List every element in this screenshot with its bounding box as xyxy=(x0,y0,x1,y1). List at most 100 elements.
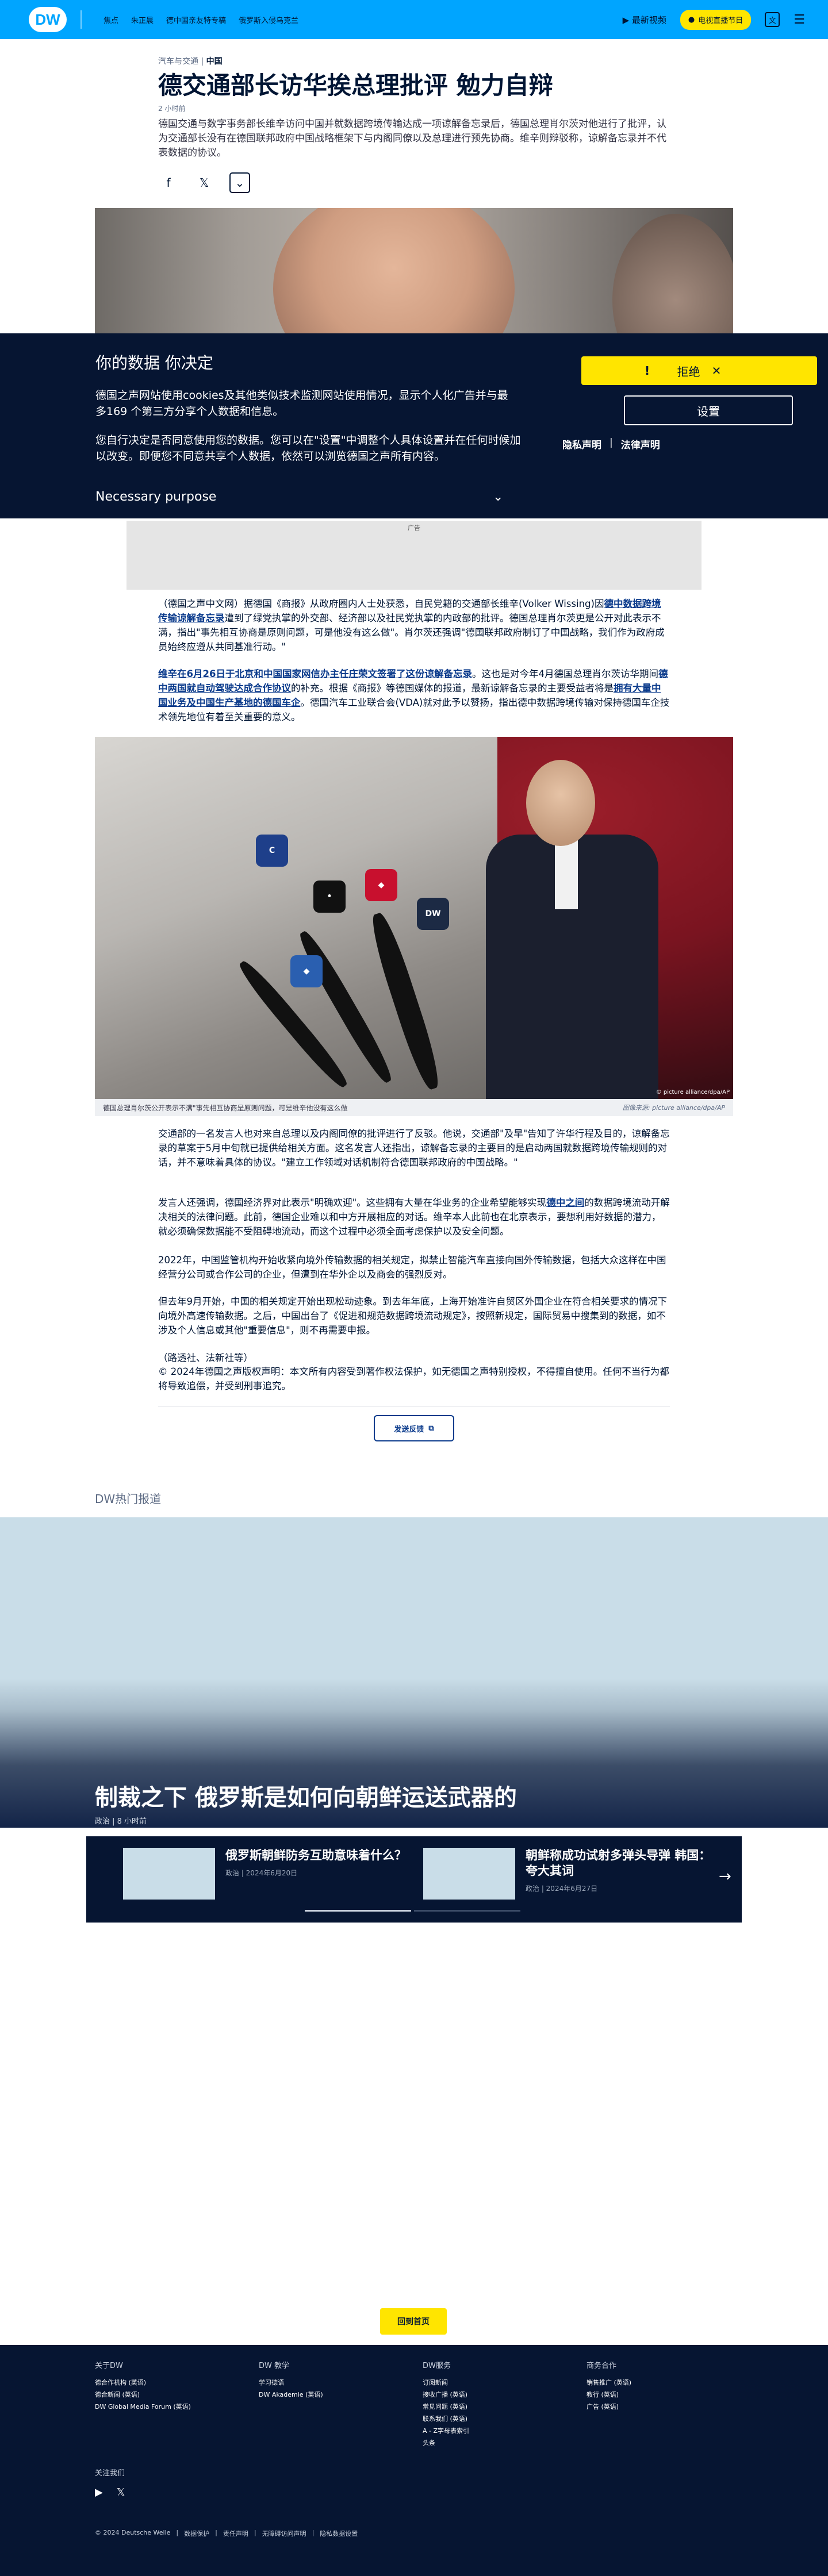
footer-link[interactable]: 教行 (英语) xyxy=(586,2389,631,2401)
more-share-chevron-icon[interactable]: ⌄ xyxy=(229,172,250,193)
facebook-icon[interactable]: f xyxy=(158,172,179,193)
p2-text-a: 。这也是对今年4月德国总理肖尔茨访华期间 xyxy=(471,668,658,679)
copy-icon: ⧉ xyxy=(428,1424,434,1433)
footer-link[interactable]: A - Z字母表索引 xyxy=(423,2425,469,2437)
reject-button[interactable]: ! 拒绝 ✕ xyxy=(581,356,817,385)
footer-heading: 关于DW xyxy=(95,2362,123,2370)
carousel-progress-active xyxy=(305,1910,411,1912)
youtube-icon[interactable]: ▶ xyxy=(95,2486,103,2498)
feedback-button[interactable]: 发送反馈 ⧉ xyxy=(374,1415,454,1441)
necessary-purpose-toggle[interactable]: Necessary purpose xyxy=(95,490,216,504)
photo-caption: 德国总理肖尔茨公开表示不满"事先相互协商是原则问题，可是维辛他没有这么做 xyxy=(103,1104,348,1112)
article-lead: 德国交通与数字事务部长维辛访问中国并就数据跨境传输达成一项谅解备忘录后，德国总理… xyxy=(158,118,666,159)
photo-watermark: © picture alliance/dpa/AP xyxy=(656,1089,730,1095)
ad-slot: 广告 xyxy=(126,521,702,590)
footer-heading: 商务合作 xyxy=(586,2362,617,2370)
footer-link[interactable]: 德合作机构 (英语) xyxy=(95,2377,191,2389)
link-separator: | xyxy=(610,437,613,448)
photo-credit: 图像来源: picture alliance/dpa/AP xyxy=(622,1104,725,1112)
footer-link[interactable]: DW Global Media Forum (英语) xyxy=(95,2401,191,2413)
paragraph-4: 发言人还强调，德国经济界对此表示"明确欢迎"。这些拥有大量在华业务的企业希望能够… xyxy=(158,1195,670,1239)
article-kicker: 汽车与交通 | 中国 xyxy=(158,57,223,66)
footer-disclaimer-link[interactable]: 责任声明 xyxy=(223,2529,248,2538)
nav-item-series[interactable]: 德中国亲友特专稿 xyxy=(166,14,226,25)
header-actions: ▶ 最新视频 ● 电视直播节目 文 ☰ xyxy=(623,0,805,39)
photo-head xyxy=(526,760,595,846)
privacy-link[interactable]: 隐私声明 xyxy=(562,437,601,451)
article-timestamp: 2 小时前 xyxy=(158,105,186,113)
legal-link[interactable]: 法律声明 xyxy=(621,437,660,451)
p1-text-a: （德国之声中文网）据德国《商报》从政府圈内人士处获悉，自民党籍的交通部长维辛(V… xyxy=(158,598,604,609)
mic-cube-blue-2: ◆ xyxy=(290,955,323,987)
footer-accessibility-link[interactable]: 无障碍访问声明 xyxy=(262,2529,306,2538)
arrow-right-icon[interactable]: → xyxy=(719,1868,731,1885)
hero-face xyxy=(273,208,515,335)
paragraph-1: （德国之声中文网）据德国《商报》从政府圈内人士处获悉，自民党籍的交通部长维辛(V… xyxy=(158,597,670,654)
footer-privacy-link[interactable]: 数据保护 xyxy=(184,2529,209,2538)
back-to-home-button[interactable]: 回到首页 xyxy=(380,2308,447,2335)
site-header: DW 焦点 朱正晨 德中国亲友特专稿 俄罗斯入侵乌克兰 ▶ 最新视频 ● 电视直播… xyxy=(0,0,828,39)
nav-item-focus[interactable]: 焦点 xyxy=(103,14,118,25)
article-title: 德交通部长访华挨总理批评 勉力自辩 xyxy=(158,71,553,99)
reject-label: 拒绝 xyxy=(677,364,700,379)
footer-heading: DW 教学 xyxy=(259,2362,289,2370)
category-link[interactable]: 汽车与交通 xyxy=(158,57,198,66)
x-twitter-icon[interactable]: 𝕏 xyxy=(194,172,214,193)
cookie-title: 你的数据 你决定 xyxy=(95,353,213,372)
chevron-down-icon[interactable]: ⌄ xyxy=(493,490,503,504)
cookie-text-2: 您自行决定是否同意使用您的数据。您可以在"设置"中调整个人具体设置并在任何时候加… xyxy=(95,434,521,463)
footer-link[interactable]: 订阅新闻 xyxy=(423,2377,469,2389)
menu-icon[interactable]: ☰ xyxy=(793,13,805,27)
photo-person xyxy=(474,760,664,1099)
popular-main-title[interactable]: 制裁之下 俄罗斯是如何向朝鲜运送武器的 xyxy=(95,1779,517,1812)
nav-item-person[interactable]: 朱正晨 xyxy=(131,14,154,25)
card-title: 俄罗斯朝鲜防务互助意味着什么？ xyxy=(225,1848,407,1862)
p2-text-b: 的补充。根据《商报》等德国媒体的报道，最新谅解备忘录的主要受益者将是 xyxy=(291,683,614,694)
article-source: （路透社、法新社等） xyxy=(158,1352,253,1363)
p4-link[interactable]: 德中之间 xyxy=(546,1197,584,1208)
paragraph-3: 交通部的一名发言人也对来自总理以及内阁同僚的批评进行了反驳。他说，交通部"及早"… xyxy=(158,1128,670,1168)
footer-link[interactable]: DW Akademie (英语) xyxy=(259,2389,323,2401)
footer-link[interactable]: 学习德语 xyxy=(259,2377,323,2389)
card-thumbnail xyxy=(423,1848,515,1900)
footer-link[interactable]: 接收广播 (英语) xyxy=(423,2389,469,2401)
paragraph-6: 但去年9月开始，中国的相关规定开始出现松动迹象。到去年年底，上海开始准许自贸区外… xyxy=(158,1296,667,1336)
card-title: 朝鲜称成功试射多弹头导弹 韩国：夸大其词 xyxy=(526,1848,711,1878)
region-link[interactable]: 中国 xyxy=(206,57,223,66)
tv-live-button[interactable]: ● 电视直播节目 xyxy=(680,9,752,30)
mic-cube-black: • xyxy=(313,881,346,913)
article-copyright: © 2024年德国之声版权声明：本文所有内容受到著作权法保护，如无德国之声特别授… xyxy=(158,1366,669,1391)
video-icon: ▶ xyxy=(622,14,632,25)
dw-logo[interactable]: DW xyxy=(29,7,67,32)
footer-link[interactable]: 联系我们 (英语) xyxy=(423,2413,469,2425)
share-bar: f 𝕏 ⌄ xyxy=(158,172,250,193)
carousel-card[interactable]: 俄罗斯朝鲜防务互助意味着什么？ 政治 | 2024年6月20日 xyxy=(123,1848,421,1905)
popular-main-meta: 政治 | 8 小时前 xyxy=(95,1817,147,1826)
footer-link[interactable]: 德合新闻 (英语) xyxy=(95,2389,191,2401)
nav-item-ukraine[interactable]: 俄罗斯入侵乌克兰 xyxy=(239,14,298,25)
footer-col-business: 商务合作 销售推广 (英语) 教行 (英语) 广告 (英语) xyxy=(586,2360,631,2413)
x-twitter-icon[interactable]: 𝕏 xyxy=(117,2486,125,2498)
latest-video-label: 最新视频 xyxy=(631,14,666,25)
live-dot-icon: ● xyxy=(688,15,695,24)
footer-privacy-settings-link[interactable]: 隐私数据设置 xyxy=(320,2529,358,2538)
card-meta: 政治 | 2024年6月27日 xyxy=(526,1885,598,1893)
header-divider xyxy=(80,10,82,29)
latest-video-link[interactable]: ▶ 最新视频 xyxy=(623,14,666,26)
footer-link[interactable]: 销售推广 (英语) xyxy=(586,2377,631,2389)
settings-button[interactable]: 设置 xyxy=(624,395,793,425)
footer-link[interactable]: 头条 xyxy=(423,2437,469,2449)
hero-face-background xyxy=(612,214,733,335)
footer-heading: DW服务 xyxy=(423,2362,451,2370)
mic-cube-dw: DW xyxy=(417,898,449,930)
footer-link[interactable]: 常见问题 (英语) xyxy=(423,2401,469,2413)
carousel-card[interactable]: 朝鲜称成功试射多弹头导弹 韩国：夸大其词 政治 | 2024年6月27日 xyxy=(423,1848,721,1905)
mic-cube-red: ◆ xyxy=(365,869,397,901)
footer-link[interactable]: 广告 (英语) xyxy=(586,2401,631,2413)
card-thumbnail xyxy=(123,1848,215,1900)
popular-carousel: 俄罗斯朝鲜防务互助意味着什么？ 政治 | 2024年6月20日 朝鲜称成功试射多… xyxy=(86,1836,742,1923)
mic-cube-blue: C xyxy=(256,835,288,867)
language-switch[interactable]: 文 xyxy=(765,12,780,27)
p2-link-signing[interactable]: 维辛在6月26日于北京和中国国家网信办主任庄荣文签署了这份谅解备忘录 xyxy=(158,668,472,679)
warning-icon: ! xyxy=(645,364,650,378)
